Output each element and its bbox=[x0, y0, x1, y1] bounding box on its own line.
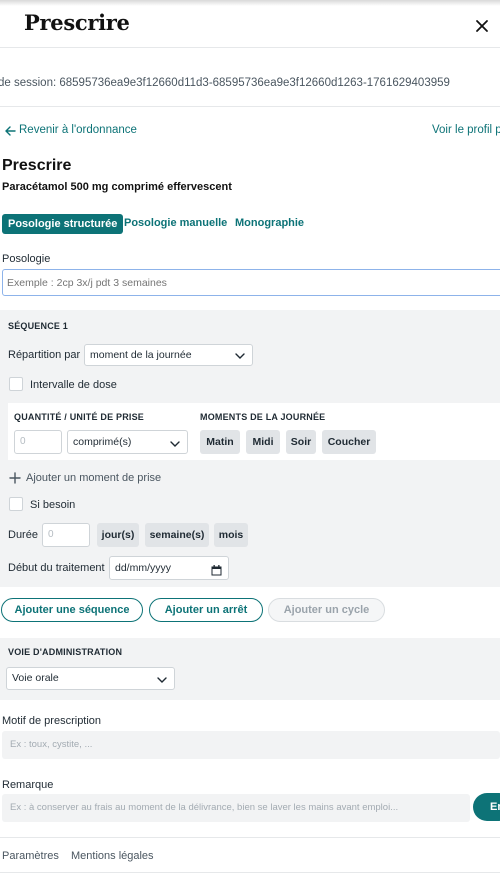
intervalle-checkbox[interactable] bbox=[9, 377, 23, 391]
duree-unit-mois[interactable]: mois bbox=[214, 523, 248, 547]
tab-posologie-structuree[interactable]: Posologie structurée bbox=[2, 214, 124, 234]
drug-name: Paracétamol 500 mg comprimé effervescent bbox=[2, 181, 232, 193]
unit-select[interactable]: comprimé(s) bbox=[67, 430, 188, 454]
motif-input[interactable]: Ex : toux, cystite, ... bbox=[2, 731, 500, 759]
header-divider bbox=[0, 47, 500, 48]
si-besoin-label: Si besoin bbox=[30, 499, 76, 511]
view-profile-link[interactable]: Voir le profil p bbox=[432, 124, 500, 136]
add-sequence-button[interactable]: Ajouter une séquence bbox=[1, 598, 143, 622]
duree-label: Durée bbox=[8, 529, 38, 541]
duree-unit-jours[interactable]: jour(s) bbox=[97, 523, 139, 547]
mentions-legales-link[interactable]: Mentions légales bbox=[71, 850, 154, 862]
qty-header: QUANTITÉ / UNITÉ DE PRISE bbox=[14, 412, 145, 422]
session-divider bbox=[0, 106, 500, 107]
motif-placeholder: Ex : toux, cystite, ... bbox=[10, 739, 93, 750]
duree-input[interactable]: 0 bbox=[42, 523, 90, 547]
tab-posologie-manuelle[interactable]: Posologie manuelle bbox=[124, 217, 227, 229]
add-cycle-button[interactable]: Ajouter un cycle bbox=[268, 598, 385, 622]
unit-value: comprimé(s) bbox=[73, 436, 132, 448]
header-shadow bbox=[0, 0, 500, 6]
remarque-input[interactable]: Ex : à conserver au frais au moment de l… bbox=[2, 794, 470, 822]
chevron-down-icon bbox=[234, 349, 246, 361]
footer-bottom-divider bbox=[0, 872, 500, 873]
moment-chip-midi[interactable]: Midi bbox=[246, 430, 280, 454]
add-moment-label: Ajouter un moment de prise bbox=[26, 472, 162, 484]
tab-monographie[interactable]: Monographie bbox=[235, 217, 304, 229]
moment-chip-matin[interactable]: Matin bbox=[200, 430, 240, 454]
remarque-placeholder: Ex : à conserver au frais au moment de l… bbox=[10, 802, 399, 813]
parametres-link[interactable]: Paramètres bbox=[2, 850, 59, 862]
date-placeholder: dd/mm/yyyy bbox=[115, 562, 172, 574]
submit-button[interactable]: En bbox=[473, 793, 500, 821]
si-besoin-checkbox[interactable] bbox=[9, 497, 23, 511]
footer-divider bbox=[0, 837, 500, 838]
duree-placeholder: 0 bbox=[48, 529, 54, 540]
voie-select[interactable]: Voie orale bbox=[6, 667, 175, 690]
posologie-input[interactable] bbox=[2, 269, 500, 296]
session-id: de session: 68595736ea9e3f12660d11d3-685… bbox=[0, 77, 450, 89]
back-link-label: Revenir à l'ordonnance bbox=[19, 124, 137, 136]
moment-chip-soir[interactable]: Soir bbox=[286, 430, 316, 454]
date-input[interactable]: dd/mm/yyyy bbox=[109, 556, 229, 580]
arrow-left-icon bbox=[4, 124, 16, 142]
sequence-title: SÉQUENCE 1 bbox=[8, 321, 69, 331]
quantity-placeholder: 0 bbox=[20, 436, 26, 447]
debut-label: Début du traitement bbox=[8, 562, 105, 574]
add-moment-button[interactable]: Ajouter un moment de prise bbox=[9, 471, 169, 485]
chevron-down-icon bbox=[169, 436, 181, 448]
repartition-value: moment de la journée bbox=[90, 349, 192, 361]
moments-header: MOMENTS DE LA JOURNÉE bbox=[200, 412, 326, 422]
page-title: Prescrire bbox=[2, 157, 72, 174]
intervalle-label: Intervalle de dose bbox=[30, 379, 117, 391]
posologie-label: Posologie bbox=[2, 253, 51, 265]
motif-label: Motif de prescription bbox=[2, 715, 102, 727]
remarque-label: Remarque bbox=[2, 779, 54, 791]
chevron-down-icon bbox=[156, 673, 168, 685]
repartition-select[interactable]: moment de la journée bbox=[84, 344, 253, 366]
plus-icon bbox=[9, 471, 21, 489]
add-stop-button[interactable]: Ajouter un arrêt bbox=[149, 598, 263, 622]
repartition-label: Répartition par bbox=[8, 349, 81, 361]
quantity-input[interactable]: 0 bbox=[14, 430, 62, 454]
modal-title: Prescrire bbox=[24, 10, 130, 35]
moment-chip-coucher[interactable]: Coucher bbox=[322, 430, 376, 454]
close-icon[interactable] bbox=[472, 16, 492, 36]
calendar-icon bbox=[211, 562, 222, 576]
voie-title: VOIE D'ADMINISTRATION bbox=[8, 647, 123, 657]
duree-unit-semaines[interactable]: semaine(s) bbox=[145, 523, 209, 547]
voie-value: Voie orale bbox=[12, 672, 59, 684]
